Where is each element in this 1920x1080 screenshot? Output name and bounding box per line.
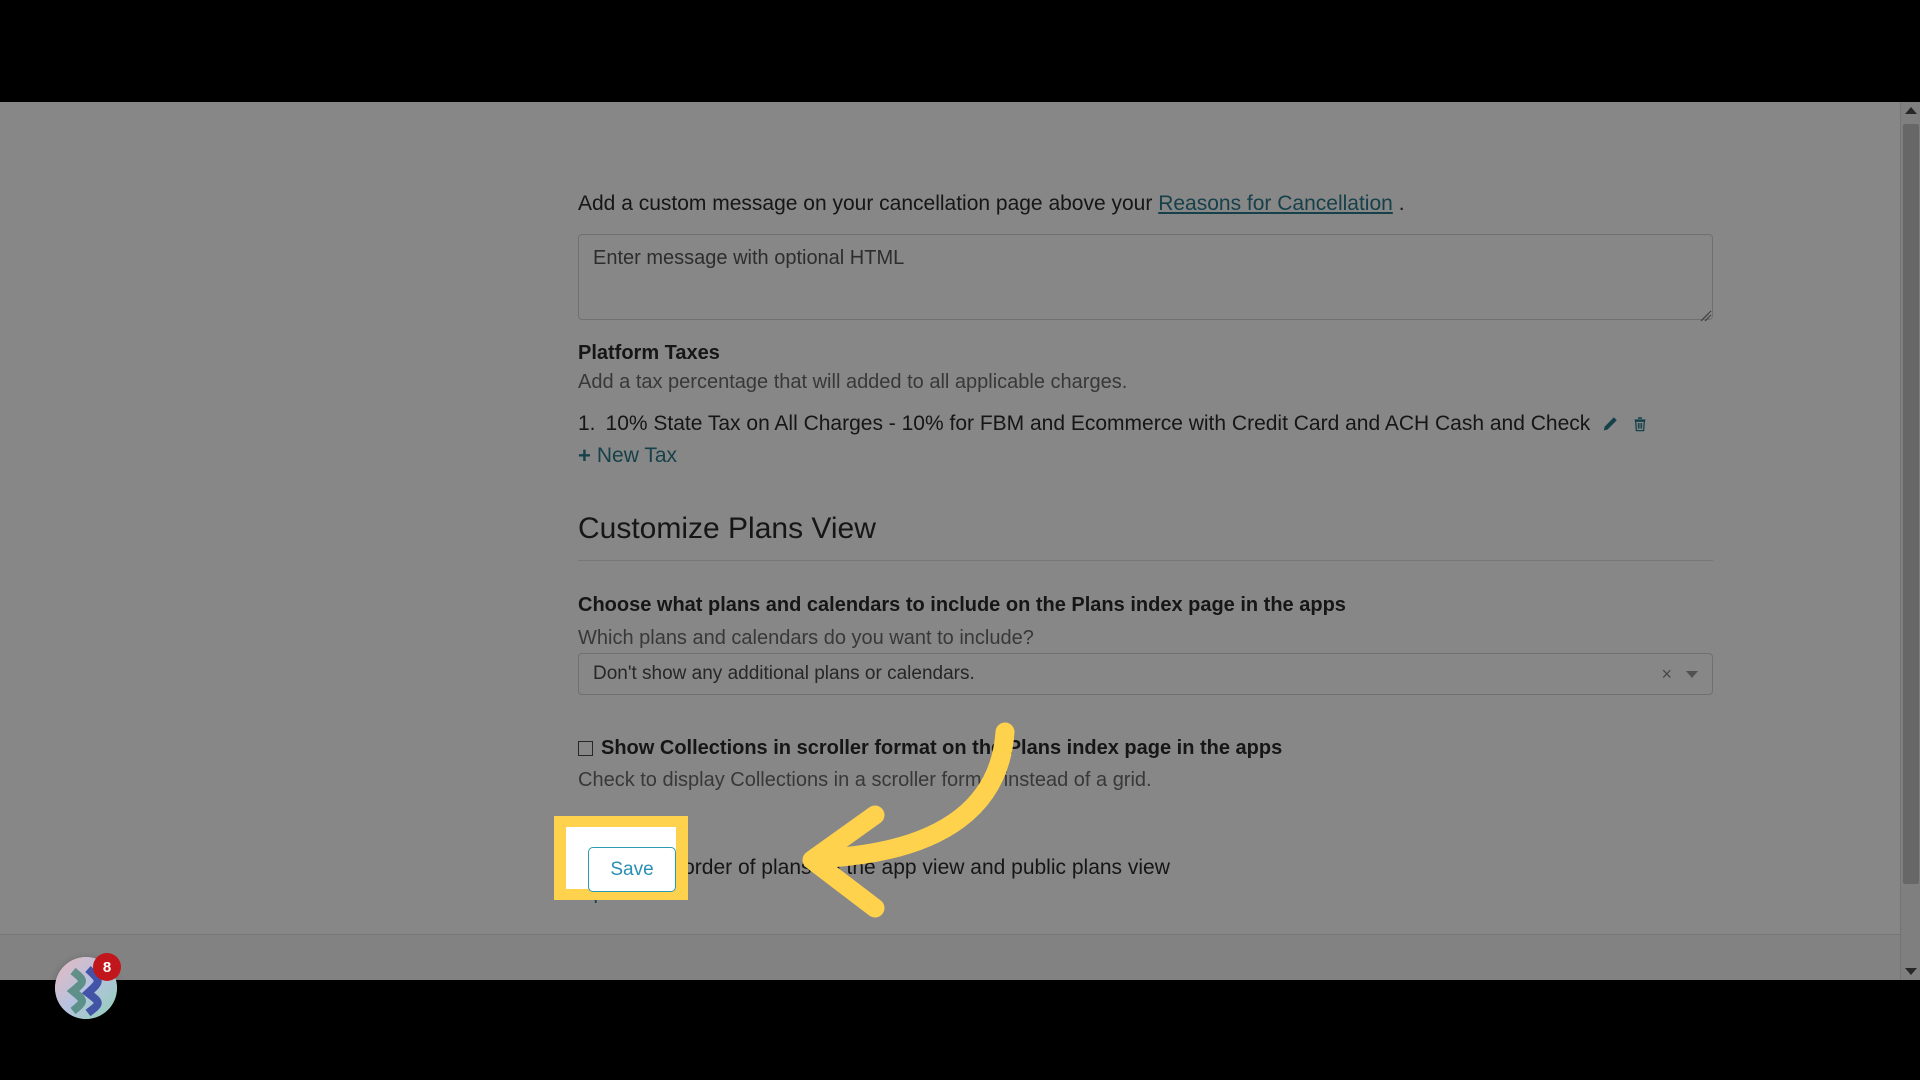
vertical-scrollbar[interactable] — [1900, 102, 1920, 980]
chat-widget[interactable]: 8 — [55, 953, 121, 1019]
scroll-up-arrow-icon[interactable] — [1905, 107, 1917, 114]
include-plans-question: Which plans and calendars do you want to… — [578, 627, 1034, 649]
include-plans-selected-value: Don't show any additional plans or calen… — [593, 663, 975, 684]
include-plans-heading: Choose what plans and calendars to inclu… — [578, 594, 1346, 616]
cancellation-message-textarea[interactable] — [578, 234, 1713, 320]
pencil-icon[interactable] — [1600, 414, 1620, 434]
show-collections-scroller-help: Check to display Collections in a scroll… — [578, 769, 1152, 791]
cancellation-message-field-wrap — [578, 234, 1713, 325]
new-tax-label: New Tax — [596, 444, 678, 467]
tax-item-index: 1. — [578, 412, 596, 435]
cancellation-message-description: Add a custom message on your cancellatio… — [578, 190, 1713, 218]
chat-badge: 8 — [93, 953, 121, 981]
show-collections-scroller-checkbox[interactable] — [578, 741, 593, 756]
scroller-option-row: Show Collections in scroller format on t… — [578, 737, 1713, 794]
reasons-for-cancellation-link[interactable]: Reasons for Cancellation — [1158, 192, 1393, 215]
customize-plans-view-title: Customize Plans View — [578, 512, 876, 545]
cancellation-description-prefix: Add a custom message on your cancellatio… — [578, 192, 1153, 215]
plus-icon: + — [578, 443, 591, 468]
tax-item-label: 10% State Tax on All Charges - 10% for F… — [605, 412, 1591, 435]
include-plans-select[interactable]: Don't show any additional plans or calen… — [578, 653, 1713, 695]
show-collections-scroller-label[interactable]: Show Collections in scroller format on t… — [601, 737, 1282, 760]
plan-order-description: update the order of plans on the app vie… — [578, 856, 1170, 879]
platform-taxes-list: 1. 10% State Tax on All Charges - 10% fo… — [578, 412, 1713, 468]
save-button[interactable]: Save — [588, 847, 676, 892]
page-footer — [0, 934, 1900, 980]
new-tax-button[interactable]: + New Tax — [578, 444, 677, 468]
open-editor-link-wrap: Open editor — [578, 882, 1713, 905]
scrollbar-thumb[interactable] — [1903, 124, 1919, 884]
platform-taxes-description: Add a tax percentage that will added to … — [578, 371, 1128, 393]
cancellation-description-suffix: . — [1398, 192, 1405, 215]
platform-taxes-heading: Platform Taxes — [578, 342, 720, 364]
close-icon[interactable]: × — [1661, 664, 1672, 685]
scroll-down-arrow-icon[interactable] — [1905, 968, 1917, 975]
chevron-down-icon[interactable] — [1686, 670, 1698, 678]
plan-order-heading: Plan Order — [578, 825, 681, 847]
browser-viewport: Add a custom message on your cancellatio… — [0, 102, 1920, 980]
include-plans-select-wrap: Don't show any additional plans or calen… — [578, 653, 1713, 695]
settings-page: Add a custom message on your cancellatio… — [0, 102, 1900, 980]
trash-icon[interactable] — [1630, 414, 1650, 434]
tax-list-item: 1. 10% State Tax on All Charges - 10% fo… — [578, 412, 1713, 436]
section-divider — [578, 560, 1713, 561]
